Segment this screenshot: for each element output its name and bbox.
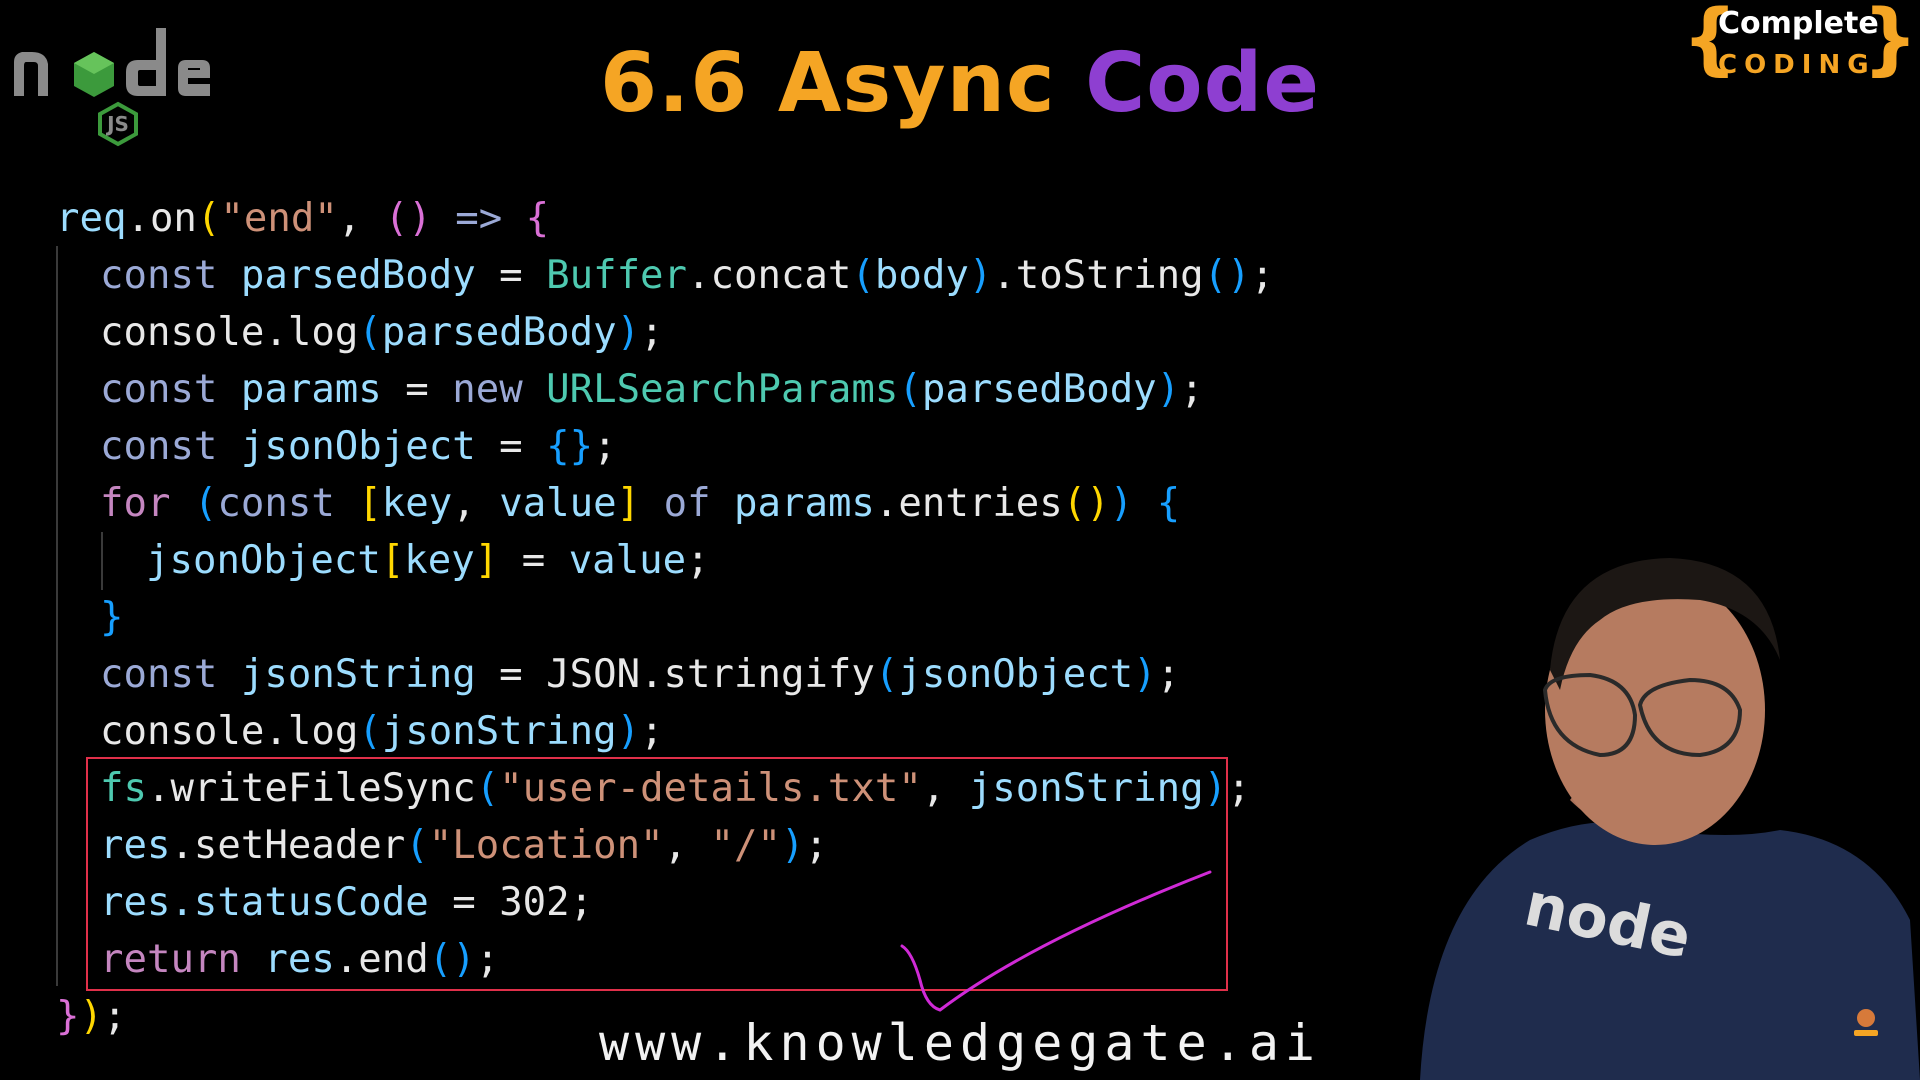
code-line-5: const jsonObject = {};: [100, 424, 617, 469]
code-line-9: const jsonString = JSON.stringify(jsonOb…: [100, 652, 1181, 697]
presenter-image: node: [1420, 558, 1920, 1080]
code-line-7: jsonObject[key] = value;: [146, 538, 710, 583]
brand-line1: Complete: [1718, 6, 1879, 41]
title-part-async: 6.6 Async: [600, 36, 1056, 131]
code-line-10: console.log(jsonString);: [100, 709, 664, 754]
right-brace-icon: }: [1862, 0, 1918, 84]
code-line-2: const parsedBody = Buffer.concat(body).t…: [100, 253, 1275, 298]
code-line-1: req.on("end", () => {: [56, 196, 550, 241]
code-line-3: console.log(parsedBody);: [100, 310, 664, 355]
channel-logo-icon: [1854, 1009, 1878, 1036]
title-part-code: Code: [1085, 36, 1320, 131]
slide-title: 6.6 Async Code: [0, 36, 1920, 131]
code-line-8: }: [100, 595, 124, 640]
brand-line2: CODING: [1718, 50, 1876, 80]
code-line-6: for (const [key, value] of params.entrie…: [100, 481, 1181, 526]
complete-coding-brand: { Complete CODING }: [1682, 0, 1918, 86]
checkmark-annotation-icon: [900, 870, 1212, 1012]
code-line-4: const params = new URLSearchParams(parse…: [100, 367, 1204, 412]
